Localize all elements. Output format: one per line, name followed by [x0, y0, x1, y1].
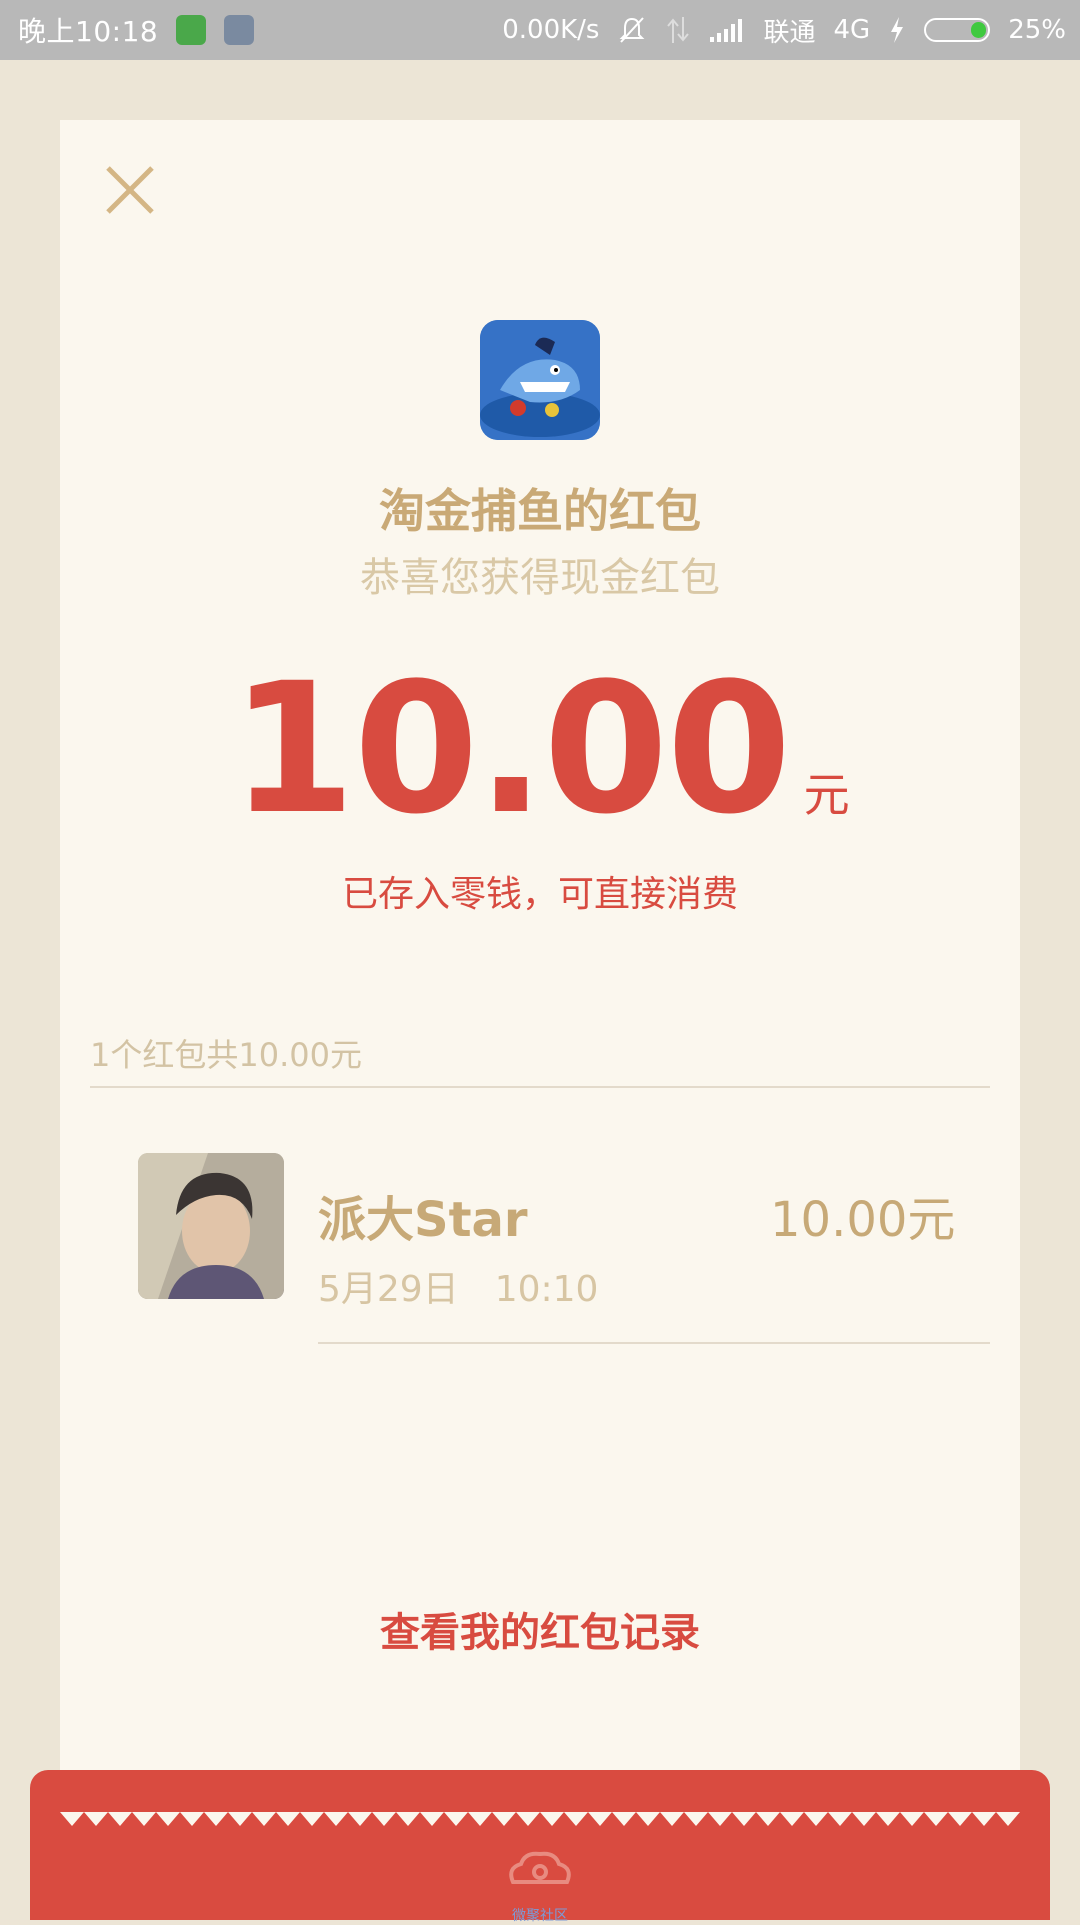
- packet-summary: 1个红包共10.00元: [90, 1036, 362, 1074]
- envelope-bottom: [30, 1770, 1050, 1920]
- person-avatar-icon: [138, 1153, 284, 1299]
- received-date: 5月29日: [318, 1269, 459, 1310]
- received-clock: 10:10: [494, 1269, 599, 1310]
- battery-percent: 25%: [1008, 15, 1066, 45]
- status-bar: 晚上10:18 0.00K/s 联通 4G 25%: [0, 0, 1080, 60]
- received-time: 5月29日 10:10: [318, 1260, 598, 1312]
- amount-value: 10.00: [230, 645, 791, 854]
- clock: 晚上10:18: [18, 15, 159, 48]
- saved-note: 已存入零钱，可直接消费: [341, 874, 738, 915]
- charging-icon: [891, 17, 904, 43]
- summary-divider: [90, 1086, 990, 1088]
- network-type: 4G: [833, 15, 871, 45]
- red-packet-card: 淘金捕鱼的红包 恭喜您获得现金红包 10.00 元 已存入零钱，可直接消费 1个红…: [60, 120, 1020, 1820]
- view-records-link[interactable]: 查看我的红包记录: [60, 1600, 1020, 1658]
- amount-display: 10.00 元: [60, 660, 1020, 840]
- packet-title: 淘金捕鱼的红包: [379, 484, 701, 538]
- close-icon[interactable]: [100, 160, 160, 220]
- zigzag-path: [60, 1812, 1020, 1826]
- bell-muted-icon: [620, 17, 645, 43]
- avatar[interactable]: [138, 1153, 284, 1299]
- status-bar-left: 晚上10:18: [0, 10, 255, 50]
- status-bar-right: 0.00K/s 联通 4G 25%: [502, 12, 1080, 49]
- record-divider: [318, 1342, 990, 1344]
- cloud-logo-icon: [509, 1851, 571, 1884]
- sender-amount: 10.00元: [770, 1192, 956, 1248]
- app-notification-icon: [176, 15, 207, 45]
- data-arrows-icon: [667, 17, 690, 43]
- network-speed: 0.00K/s: [502, 15, 600, 45]
- battery-level: [970, 22, 987, 38]
- sender-name: 派大Star: [318, 1192, 528, 1248]
- amount-unit: 元: [803, 768, 850, 822]
- zigzag-edge: [60, 1812, 1020, 1826]
- shark-icon: [480, 320, 600, 440]
- signal-icon: [710, 19, 743, 42]
- carrier-name: 联通: [763, 17, 816, 48]
- app-notification-icon-2: [224, 15, 255, 45]
- battery-icon: [924, 18, 991, 42]
- packet-subtitle: 恭喜您获得现金红包: [360, 555, 720, 601]
- footer-label: 微聚社区: [512, 1908, 568, 1924]
- game-logo: [480, 320, 600, 440]
